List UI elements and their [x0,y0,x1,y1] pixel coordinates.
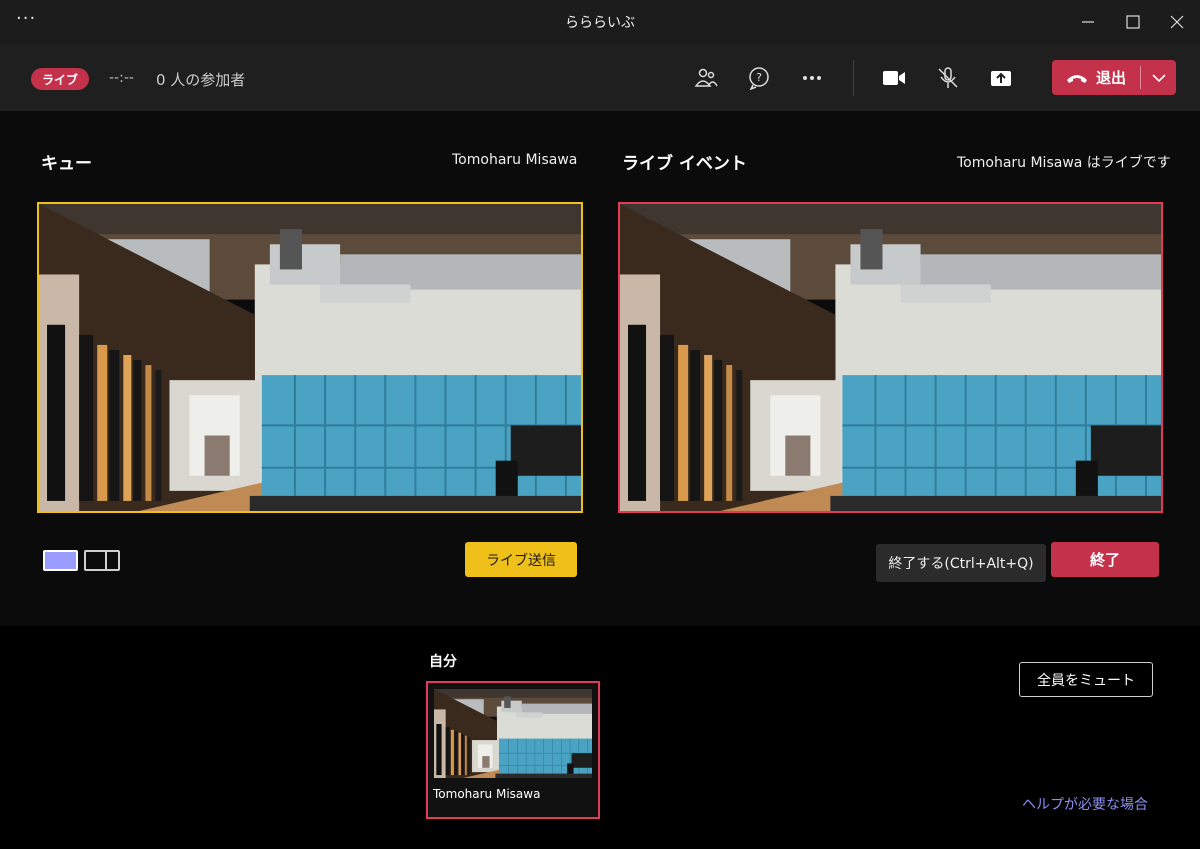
live-status: Tomoharu Misawa はライブです [957,155,1171,171]
qa-button[interactable]: ? [743,62,775,94]
self-video-tile[interactable]: Tomoharu Misawa [426,681,600,819]
layout-split-divider [105,552,107,569]
mic-button[interactable] [932,62,964,94]
close-button[interactable] [1165,10,1189,34]
end-event-button[interactable]: 終了 [1051,542,1159,577]
maximize-button[interactable] [1121,10,1145,34]
live-event-title: ライブ イベント [622,154,747,174]
window-title: らららいぶ [565,15,635,31]
camera-button[interactable] [878,62,910,94]
queue-presenter-name: Tomoharu Misawa [452,152,578,168]
self-name: Tomoharu Misawa [433,787,541,801]
camera-icon [883,71,905,85]
live-badge: ライブ [31,68,89,90]
office-video-frame [620,204,1161,511]
leave-button[interactable]: 退出 [1052,60,1140,95]
minimize-icon [1082,21,1094,23]
svg-text:?: ? [756,71,762,84]
more-icon [803,76,821,80]
maximize-icon [1126,15,1140,29]
office-video-frame [434,689,592,778]
participants-button[interactable] [690,62,722,94]
more-options-button[interactable] [796,62,828,94]
participant-count: 0 人の参加者 [156,71,246,89]
share-button[interactable] [985,62,1017,94]
layout-single-button[interactable] [43,550,78,571]
queue-video[interactable] [37,202,583,513]
meeting-timer: --:-- [109,70,134,86]
layout-split-button[interactable] [84,550,120,571]
title-bar: ··· らららいぶ [0,0,1200,44]
share-icon [991,71,1011,86]
mic-off-icon [938,67,958,88]
queue-title: キュー [41,154,92,174]
self-label: 自分 [429,654,457,670]
leave-label: 退出 [1095,69,1126,87]
phone-hangup-icon [1066,74,1087,83]
end-shortcut-tooltip: 終了する(Ctrl+Alt+Q) [876,544,1046,582]
leave-button-group: 退出 [1052,60,1176,95]
participants-area: 自分 Tomoharu Misawa 全員をミュート ヘルプが必要な場合 [0,626,1200,849]
chat-icon: ? [749,67,769,90]
send-live-button[interactable]: ライブ送信 [465,542,577,577]
help-link[interactable]: ヘルプが必要な場合 [1022,794,1148,814]
toolbar-divider [853,60,854,96]
leave-options-button[interactable] [1141,60,1176,95]
office-video-frame [39,204,581,511]
participants-icon [694,68,718,87]
self-video [434,689,592,778]
mute-all-button[interactable]: 全員をミュート [1019,662,1153,697]
live-event-video [618,202,1163,513]
close-icon [1170,15,1184,29]
producer-main-area: キュー Tomoharu Misawa ライブ送信 ライブ イベント Tomoh… [0,111,1200,626]
chevron-down-icon [1151,73,1166,82]
meeting-controls-bar: ライブ --:-- 0 人の参加者 ? 退出 [0,44,1200,111]
minimize-button[interactable] [1076,10,1100,34]
